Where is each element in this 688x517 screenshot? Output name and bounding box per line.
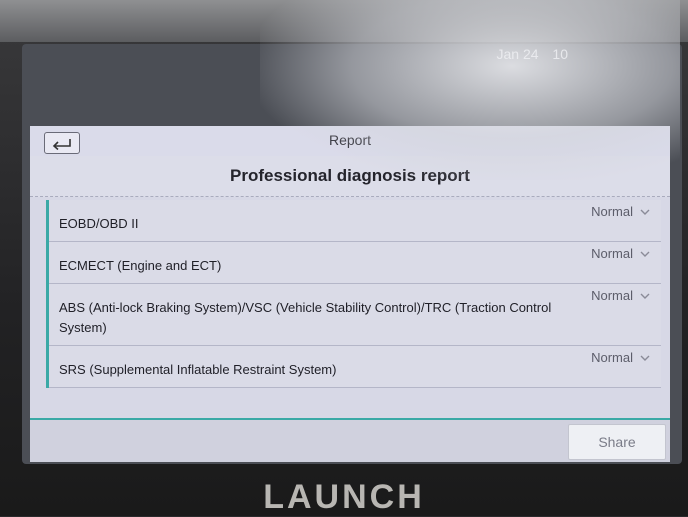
status-dropdown[interactable]: Normal	[591, 350, 651, 365]
status-dropdown[interactable]: Normal	[591, 288, 651, 303]
status-value: Normal	[591, 350, 633, 365]
status-time: 10	[552, 46, 568, 62]
system-row[interactable]: ECMECT (Engine and ECT) Normal	[49, 242, 661, 284]
report-title: Professional diagnosis report	[230, 166, 470, 185]
system-label: ABS (Anti-lock Braking System)/VSC (Vehi…	[59, 300, 552, 335]
status-value: Normal	[591, 204, 633, 219]
chevron-down-icon	[640, 209, 650, 215]
status-dropdown[interactable]: Normal	[591, 246, 651, 261]
system-label: EOBD/OBD II	[59, 216, 139, 231]
device-brand-logo: LAUNCH	[263, 478, 425, 516]
status-value: Normal	[591, 288, 633, 303]
page-title: Report	[328, 132, 372, 148]
chevron-down-icon	[640, 251, 650, 257]
chevron-down-icon	[640, 293, 650, 299]
system-label: ECMECT (Engine and ECT)	[59, 258, 222, 273]
status-date: Jan 24	[496, 46, 539, 62]
system-list: EOBD/OBD II Normal ECMECT (Engine and EC…	[46, 200, 661, 388]
report-app: Report Professional diagnosis report EOB…	[30, 126, 670, 462]
status-bar: Jan 24 10	[496, 46, 568, 62]
title-bar: Report	[30, 126, 670, 157]
status-dropdown[interactable]: Normal	[591, 204, 651, 219]
system-row[interactable]: ABS (Anti-lock Braking System)/VSC (Vehi…	[49, 284, 661, 346]
bottom-action-bar: Share	[30, 418, 670, 462]
share-button[interactable]: Share	[568, 424, 666, 460]
system-row[interactable]: EOBD/OBD II Normal	[49, 200, 661, 242]
system-row[interactable]: SRS (Supplemental Inflatable Restraint S…	[49, 346, 661, 388]
device-top-bezel	[0, 0, 688, 42]
report-header: Professional diagnosis report	[30, 156, 670, 197]
chevron-down-icon	[640, 355, 650, 361]
status-value: Normal	[591, 246, 633, 261]
system-label: SRS (Supplemental Inflatable Restraint S…	[59, 362, 337, 377]
